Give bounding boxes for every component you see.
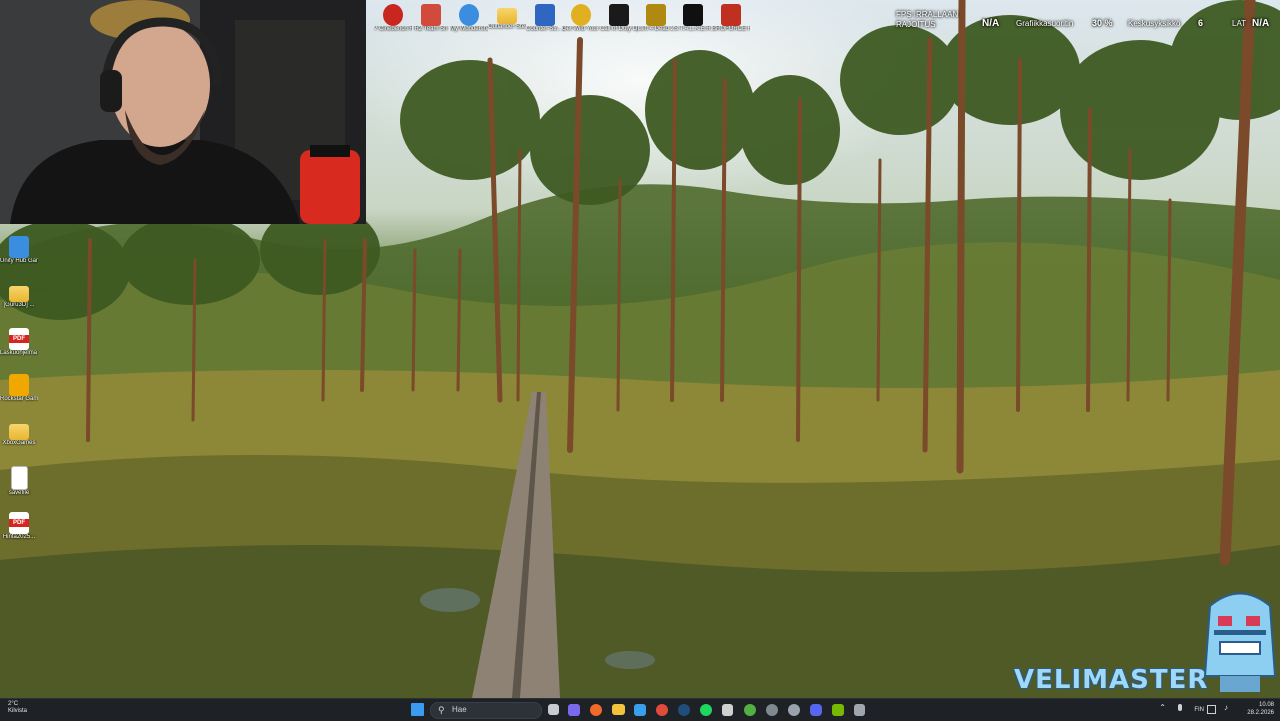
red-logo-icon bbox=[383, 4, 403, 26]
cpu-label: Keskusyksikkö bbox=[1128, 19, 1181, 28]
teams-icon[interactable] bbox=[568, 704, 580, 716]
desktop-icon-xboxgames[interactable]: XboxGames bbox=[0, 420, 38, 447]
store-icon[interactable] bbox=[634, 704, 646, 716]
chrome-icon[interactable] bbox=[656, 704, 668, 716]
search-icon: ⚲ bbox=[438, 705, 445, 715]
cs-icon bbox=[535, 4, 555, 26]
microphone-icon[interactable] bbox=[1178, 704, 1182, 711]
clock[interactable]: 10.08 28.2.2026 bbox=[1236, 701, 1274, 717]
mascot-logo bbox=[1203, 592, 1277, 692]
fps-sublabel: RAJOITUS bbox=[896, 20, 936, 29]
desktop-icon-savefile[interactable]: savefile bbox=[0, 466, 38, 497]
desktop-icon-cod[interactable]: Call of Duty Operation XI bbox=[600, 4, 638, 33]
desktop-icon-r2[interactable]: R2 Team Sh bbox=[412, 4, 450, 33]
search-box[interactable]: ⚲ Hae bbox=[430, 702, 542, 719]
rockstar-icon bbox=[9, 374, 29, 396]
desktop-icon-cinebench[interactable]: ? Cinebench Register bbox=[374, 4, 412, 33]
task-view-icon[interactable] bbox=[548, 704, 559, 715]
epic-icon[interactable] bbox=[722, 704, 733, 716]
firefox-icon[interactable] bbox=[590, 704, 602, 716]
clock-time: 10.08 bbox=[1258, 702, 1274, 708]
webcam-feed bbox=[0, 0, 366, 224]
desktop-icon-chrome-game[interactable]: Get Wild Your Friend bbox=[562, 4, 600, 33]
folder-icon bbox=[9, 424, 29, 440]
desktop-icon-broforce[interactable]: BROFORCE Halloween bbox=[712, 4, 750, 33]
desktop-icon-l4d2[interactable]: Left 4 Dead 2 bbox=[637, 4, 675, 33]
weather-widget[interactable]: 2°C Kilvista bbox=[8, 701, 27, 715]
file-icon bbox=[10, 466, 28, 490]
desktop-icon-rockstar[interactable]: Rockstar Games bbox=[0, 374, 38, 403]
desktop-icon-hinta[interactable]: Hinta2025... bbox=[0, 512, 38, 541]
network-icon[interactable] bbox=[1207, 705, 1216, 714]
spotify-icon[interactable] bbox=[700, 704, 712, 716]
desktop-icon-guru3d[interactable]: [Guru3D] ... bbox=[0, 282, 38, 309]
broforce-icon bbox=[721, 4, 741, 26]
xbox-icon[interactable] bbox=[744, 704, 756, 716]
tray-chevron-icon[interactable]: ⌃ bbox=[1159, 704, 1166, 712]
volume-icon[interactable]: ♪ bbox=[1224, 704, 1228, 712]
system-tray: ⌃ FIN ♪ 10.08 28.2.2026 bbox=[1159, 701, 1274, 717]
desktop-icon-unity[interactable]: Unity Hub Game bbox=[0, 236, 38, 265]
cpu-value: 6 bbox=[1198, 18, 1204, 28]
lat-value: N/A bbox=[1252, 18, 1270, 29]
desktop-icon-laskuohjelma[interactable]: Laskuohjelma 2024 bbox=[0, 328, 38, 357]
velimaster-logo: VELIMASTER bbox=[1014, 665, 1209, 695]
discord-icon[interactable] bbox=[810, 704, 822, 716]
unity-icon bbox=[9, 236, 29, 258]
settings-icon[interactable] bbox=[788, 704, 800, 716]
cod-icon bbox=[609, 4, 629, 26]
game-icon bbox=[421, 4, 441, 26]
performance-hud: FPS IRRALLAAN RAJOITUS N/A Grafiikkasuor… bbox=[896, 10, 1280, 38]
swirl-icon bbox=[459, 4, 479, 26]
lat-label: LAT bbox=[1232, 19, 1247, 28]
language-indicator[interactable]: FIN bbox=[1194, 706, 1204, 714]
webcam-overlay bbox=[0, 0, 366, 224]
pdf-icon bbox=[9, 512, 29, 534]
chrome-icon bbox=[571, 4, 591, 26]
taskbar: 2°C Kilvista ⚲ Hae ⌃ FIN ♪ 10.08 28.2.20… bbox=[0, 698, 1280, 721]
l4d-icon bbox=[646, 4, 666, 26]
pdf-icon bbox=[9, 328, 29, 350]
obs-icon[interactable] bbox=[766, 704, 778, 716]
gpu-value: 30 % bbox=[1092, 18, 1113, 28]
desktop-icon-stalker[interactable]: S.T.A.L.K.E.R. 2 bbox=[674, 4, 712, 33]
file-explorer-icon[interactable] bbox=[612, 704, 625, 715]
steam-icon[interactable] bbox=[678, 704, 690, 716]
search-placeholder: Hae bbox=[452, 705, 467, 714]
stalker-icon bbox=[683, 4, 703, 26]
clock-date: 28.2.2026 bbox=[1247, 710, 1274, 716]
fps-value: N/A bbox=[982, 18, 1000, 29]
calculator-icon[interactable] bbox=[854, 704, 865, 716]
folder-icon bbox=[497, 8, 517, 24]
desktop-icon-folder[interactable]: Outlander Steam bbox=[488, 4, 526, 31]
desktop-icon-wondershare[interactable]: My Wondershare Co... bbox=[450, 4, 488, 33]
nvidia-icon[interactable] bbox=[832, 704, 844, 716]
weather-temp: 2°C bbox=[8, 701, 19, 707]
weather-desc: Kilvista bbox=[8, 708, 28, 714]
fps-label: FPS IRRALLAAN bbox=[896, 10, 959, 19]
desktop-icon-counter-strike[interactable]: Counter-Str... 2 bbox=[526, 4, 564, 33]
start-button-icon[interactable] bbox=[411, 703, 424, 716]
folder-icon bbox=[9, 286, 29, 302]
gpu-label: Grafiikkasuoritin bbox=[1016, 19, 1074, 28]
